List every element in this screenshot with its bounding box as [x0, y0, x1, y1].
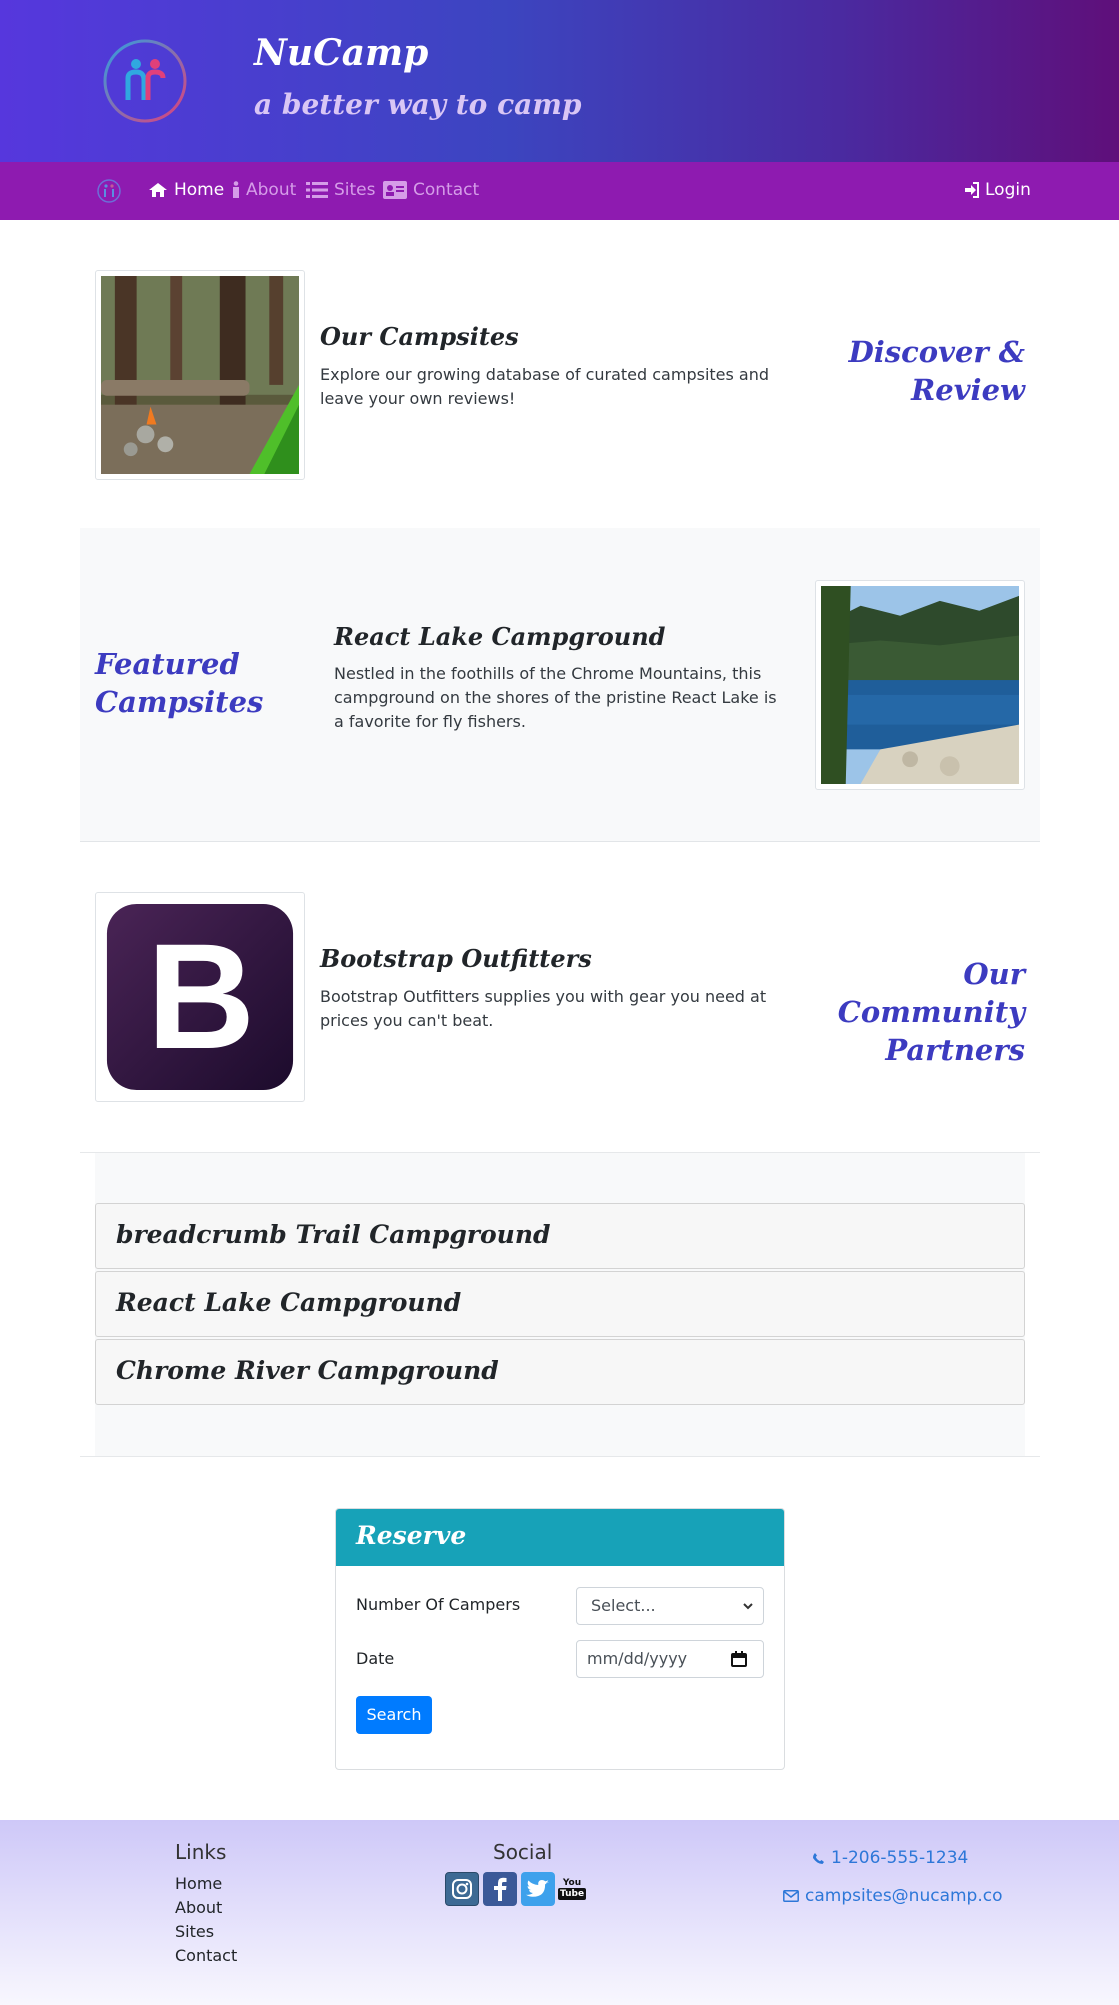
nav-contact[interactable]: Contact — [383, 180, 479, 200]
footer-social-heading: Social — [493, 1840, 553, 1864]
site-subtitle: a better way to camp — [254, 88, 582, 121]
accordion-item-label: Chrome River Campground — [116, 1356, 499, 1385]
nav-sites[interactable]: Sites — [306, 180, 376, 200]
header-jumbotron: NuCamp a better way to camp — [0, 0, 1119, 162]
list-icon — [306, 182, 328, 198]
community-partners-heading: Our Community Partners — [790, 955, 1025, 1069]
chevron-down-icon — [743, 1603, 753, 1610]
date-input[interactable]: mm/dd/yyyy — [576, 1640, 764, 1678]
instagram-icon[interactable] — [445, 1872, 479, 1906]
login-button[interactable]: Login — [965, 180, 1031, 200]
date-label: Date — [356, 1649, 395, 1668]
footer-link-contact[interactable]: Contact — [175, 1946, 237, 1965]
featured-campsites-heading: Featured Campsites — [95, 645, 295, 721]
accordion-item[interactable]: React Lake Campground — [95, 1271, 1025, 1337]
nav-home-label: Home — [174, 180, 225, 200]
community-line2: Partners — [885, 1033, 1025, 1067]
footer-phone-text: 1-206-555-1234 — [831, 1848, 969, 1868]
login-label: Login — [985, 180, 1031, 200]
search-button[interactable]: Search — [356, 1696, 432, 1734]
campers-select-value: Select... — [591, 1596, 656, 1615]
nav-sites-label: Sites — [334, 180, 376, 200]
discover-review-line1: Discover & — [848, 335, 1025, 369]
footer-link-sites[interactable]: Sites — [175, 1922, 214, 1941]
footer-link-about[interactable]: About — [175, 1898, 222, 1917]
accordion-item-label: React Lake Campground — [116, 1288, 462, 1317]
nav-about-label: About — [246, 180, 297, 200]
featured-line1: Featured — [95, 647, 240, 681]
featured-title: React Lake Campground — [334, 622, 666, 651]
featured-line2: Campsites — [95, 685, 264, 719]
footer: Links Home About Sites Contact Social Yo… — [0, 1820, 1119, 2005]
discover-review-heading: Discover & Review — [800, 333, 1025, 409]
twitter-icon[interactable] — [521, 1872, 555, 1906]
nucamp-logo — [102, 38, 188, 124]
partner-logo-image: B — [95, 892, 305, 1102]
site-title: NuCamp — [254, 32, 429, 74]
facebook-icon[interactable] — [483, 1872, 517, 1906]
social-icons: You Tube — [445, 1872, 587, 1906]
accordion-item[interactable]: Chrome River Campground — [95, 1339, 1025, 1405]
navbar: Home About Sites Contact Login — [0, 162, 1119, 220]
campsite-image — [95, 270, 305, 480]
accordion-item[interactable]: breadcrumb Trail Campground — [95, 1203, 1025, 1269]
nav-contact-label: Contact — [413, 180, 480, 200]
envelope-icon — [783, 1890, 799, 1902]
campsites-title: Our Campsites — [320, 322, 519, 351]
campsites-text: Explore our growing database of curated … — [320, 365, 770, 408]
reserve-card-header: Reserve — [336, 1509, 784, 1566]
nav-home[interactable]: Home — [148, 180, 224, 200]
footer-link-home[interactable]: Home — [175, 1874, 222, 1893]
react-lake-image — [815, 580, 1025, 790]
phone-icon — [813, 1852, 824, 1864]
partner-logo-letter: B — [146, 912, 256, 1080]
date-placeholder: mm/dd/yyyy — [587, 1649, 688, 1668]
calendar-icon[interactable] — [731, 1651, 747, 1667]
partner-title: Bootstrap Outfitters — [320, 944, 592, 973]
discover-review-line2: Review — [911, 373, 1025, 407]
sign-in-icon — [965, 182, 979, 198]
footer-email[interactable]: campsites@nucamp.co — [783, 1886, 1003, 1906]
nav-about[interactable]: About — [232, 180, 296, 200]
campers-label: Number Of Campers — [356, 1595, 521, 1614]
featured-text: Nestled in the foothills of the Chrome M… — [334, 664, 777, 731]
info-icon — [233, 181, 239, 198]
community-line1: Our Community — [837, 957, 1025, 1029]
footer-email-text: campsites@nucamp.co — [805, 1886, 1003, 1906]
reserve-card: Reserve Number Of Campers Select... Date… — [335, 1508, 785, 1770]
navbar-brand-logo[interactable] — [96, 178, 122, 204]
accordion-item-label: breadcrumb Trail Campground — [116, 1220, 551, 1249]
footer-phone[interactable]: 1-206-555-1234 — [812, 1848, 968, 1868]
divider — [80, 1456, 1040, 1457]
campers-select[interactable]: Select... — [576, 1587, 764, 1625]
address-card-icon — [383, 181, 407, 199]
partner-text: Bootstrap Outfitters supplies you with g… — [320, 987, 767, 1030]
home-icon — [149, 183, 167, 197]
youtube-icon[interactable]: You Tube — [557, 1872, 587, 1906]
reserve-title: Reserve — [356, 1521, 467, 1550]
footer-links-heading: Links — [175, 1840, 227, 1864]
